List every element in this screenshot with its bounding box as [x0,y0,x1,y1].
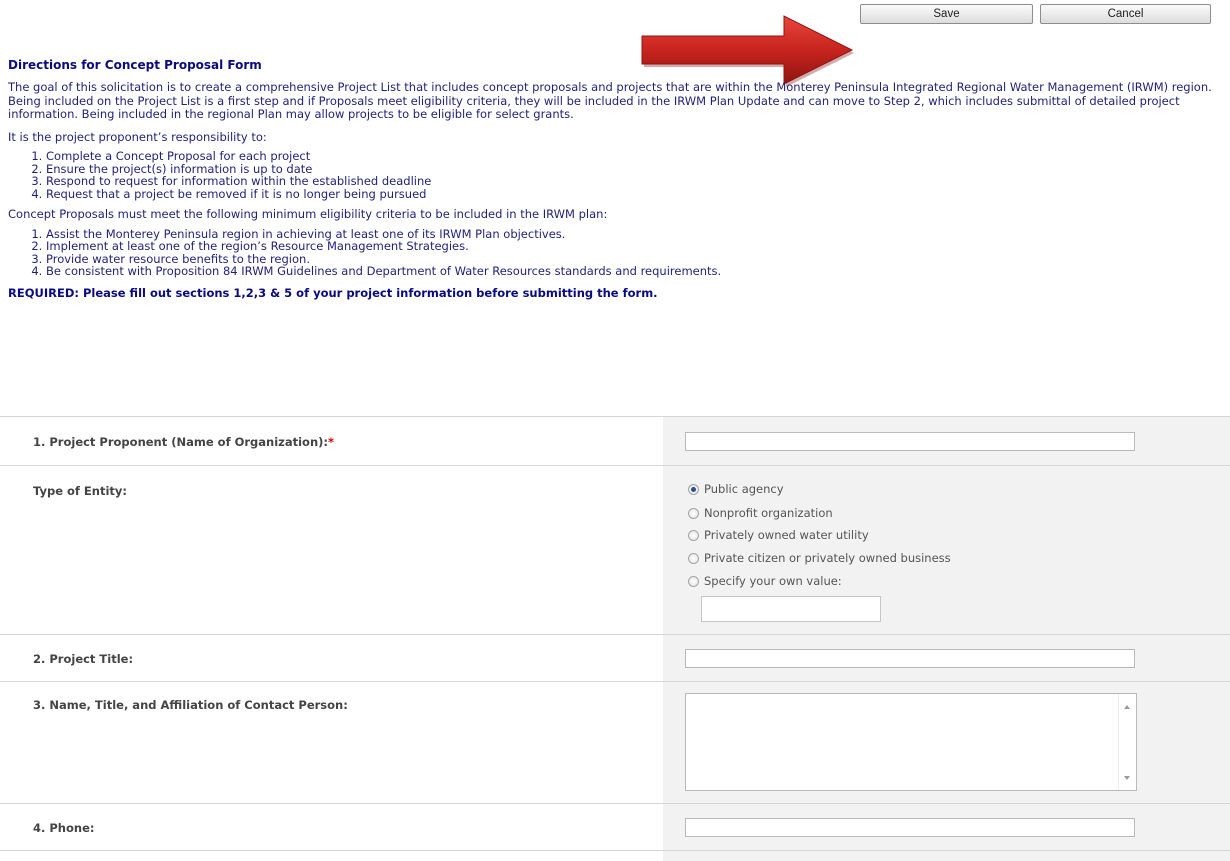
entity-option-specify-own[interactable]: Specify your own value: [688,573,842,589]
list-item: Implement at least one of the region’s R… [46,240,1218,253]
scroll-down-icon[interactable] [1124,776,1130,780]
own-value-input[interactable] [701,596,881,622]
criteria-heading: Concept Proposals must meet the followin… [8,207,608,221]
contact-person-label: 3. Name, Title, and Affiliation of Conta… [33,698,348,712]
required-note: REQUIRED: Please fill out sections 1,2,3… [8,285,658,300]
entity-option-water-utility[interactable]: Privately owned water utility [688,527,869,543]
radio-unchecked[interactable] [688,508,699,519]
entity-option-private-citizen[interactable]: Private citizen or privately owned busin… [688,550,951,566]
radio-unchecked[interactable] [688,553,699,564]
list-item: Complete a Concept Proposal for each pro… [46,150,1218,163]
proponent-input[interactable] [685,432,1135,451]
responsibility-heading: It is the project proponent’s responsibi… [8,129,267,144]
directions-title: Directions for Concept Proposal Form [8,58,262,72]
row-divider [0,634,1230,635]
cancel-button[interactable]: Cancel [1040,4,1211,24]
row-divider [0,681,1230,682]
directions-intro: The goal of this solicitation is to crea… [8,80,1212,121]
criteria-list: Assist the Monterey Peninsula region in … [8,227,1218,278]
scroll-up-icon[interactable] [1124,705,1130,709]
list-item: Respond to request for information withi… [46,175,1218,188]
row-divider [0,465,1230,466]
list-item: Request that a project be removed if it … [46,187,1218,201]
entity-option-public-agency[interactable]: Public agency [688,481,784,497]
list-item: Be consistent with Proposition 84 IRWM G… [46,265,1218,278]
radio-unchecked[interactable] [688,576,699,587]
contact-person-textarea[interactable] [685,693,1137,791]
save-button[interactable]: Save [860,4,1033,24]
entity-option-nonprofit[interactable]: Nonprofit organization [688,505,833,521]
radio-unchecked[interactable] [688,530,699,541]
phone-input[interactable] [685,818,1135,837]
row-divider [0,803,1230,804]
textarea-scrollbar[interactable] [1118,694,1136,790]
directions-section: Directions for Concept Proposal Form The… [8,58,1218,300]
project-title-input[interactable] [685,649,1135,668]
responsibility-list: Complete a Concept Proposal for each pro… [8,150,1218,200]
proponent-label: 1. Project Proponent (Name of Organizati… [33,435,334,449]
entity-type-label: Type of Entity: [33,484,127,498]
radio-checked[interactable] [688,484,699,495]
required-star: * [327,435,334,449]
phone-label: 4. Phone: [33,821,95,835]
row-divider [0,850,1230,851]
project-title-label: 2. Project Title: [33,652,134,666]
